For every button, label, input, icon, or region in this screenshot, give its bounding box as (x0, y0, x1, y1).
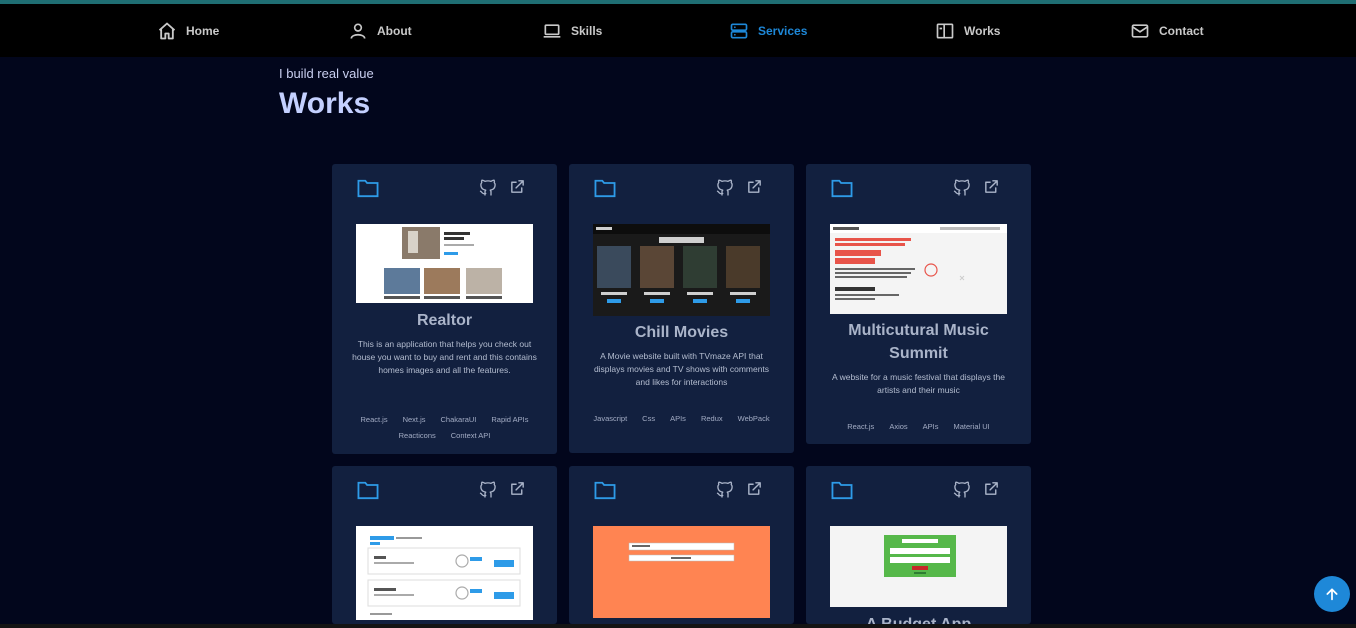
folder-icon (357, 481, 379, 500)
project-thumbnail[interactable] (356, 526, 533, 620)
nav-item-skills[interactable]: Skills (542, 4, 602, 57)
github-icon[interactable] (716, 178, 734, 197)
budget-dashboard-screenshot (356, 526, 533, 620)
nav-label-about: About (377, 23, 412, 38)
nav-label-skills: Skills (571, 23, 603, 38)
user-icon (350, 23, 366, 39)
laptop-icon (543, 23, 561, 38)
external-link-icon[interactable] (509, 178, 526, 195)
columns-icon (936, 23, 954, 38)
github-icon[interactable] (953, 178, 971, 197)
tech-tag: APIs (670, 414, 686, 423)
project-thumbnail[interactable] (593, 224, 770, 316)
tech-tag: Reacticons (398, 431, 436, 440)
external-link-icon[interactable] (983, 178, 1000, 195)
external-link-icon[interactable] (746, 480, 763, 497)
project-card-music-summit: Multicutural Music Summit A website for … (806, 164, 1031, 444)
project-card-realtor: Realtor This is an application that help… (332, 164, 557, 454)
scroll-to-top-button[interactable] (1314, 576, 1350, 612)
project-title: A Budget App (806, 613, 1031, 624)
project-description: This is an application that helps you ch… (352, 339, 537, 375)
folder-icon (357, 179, 379, 198)
project-thumbnail[interactable] (356, 224, 533, 303)
tech-tag: Next.js (402, 415, 426, 424)
project-tags: React.js Axios APIs Material UI (824, 421, 1013, 432)
github-icon[interactable] (479, 178, 497, 197)
project-thumbnail[interactable] (593, 526, 770, 618)
project-tags: Javascript Css APIs Redux WebPack (587, 413, 776, 424)
folder-icon (594, 481, 616, 500)
todo-app-screenshot (593, 526, 770, 618)
external-link-icon[interactable] (746, 178, 763, 195)
tech-tag: React.js (847, 422, 875, 431)
tech-tag: Rapid APIs (491, 415, 529, 424)
tech-tag: Css (642, 414, 656, 423)
tech-tag: Material UI (953, 422, 990, 431)
github-icon[interactable] (716, 480, 734, 499)
realtor-screenshot (356, 224, 533, 303)
tech-tag: React.js (360, 415, 388, 424)
arrow-up-icon (1326, 588, 1338, 601)
page-title: Works (279, 87, 371, 120)
tech-tag: Context API (450, 431, 491, 440)
server-icon (730, 23, 748, 38)
project-card-chill-movies: Chill Movies A Movie website built with … (569, 164, 794, 453)
nav-item-contact[interactable]: Contact (1130, 4, 1204, 57)
mail-icon (1131, 23, 1149, 38)
nav-item-works[interactable]: Works (935, 4, 1000, 57)
tech-tag: WebPack (737, 414, 770, 423)
project-title: Multicutural Music Summit (848, 322, 989, 362)
nav-item-about[interactable]: About (348, 4, 412, 57)
folder-icon (594, 179, 616, 198)
project-thumbnail[interactable] (830, 526, 1007, 607)
github-icon[interactable] (479, 480, 497, 499)
nav-item-services[interactable]: Services (729, 4, 807, 57)
tech-tag: Redux (700, 414, 723, 423)
project-thumbnail[interactable] (830, 224, 1007, 314)
nav-label-contact: Contact (1159, 23, 1204, 38)
hero-subtitle: I build real value (279, 66, 374, 81)
external-link-icon[interactable] (509, 480, 526, 497)
tech-tag: Axios (889, 422, 908, 431)
project-title: Chill Movies (634, 324, 729, 341)
project-card (569, 466, 794, 624)
project-card (332, 466, 557, 624)
external-link-icon[interactable] (983, 480, 1000, 497)
nav-label-services: Services (758, 23, 808, 38)
navbar: Home About Skills Services Works Contact (0, 4, 1356, 57)
budget-app-screenshot (830, 526, 1007, 607)
nav-item-home[interactable]: Home (157, 4, 219, 57)
tech-tag: ChakaraUI (440, 415, 477, 424)
chill-movies-screenshot (593, 224, 770, 316)
tech-tag: Javascript (593, 414, 628, 423)
tech-tag: APIs (922, 422, 939, 431)
bottom-bar (0, 624, 1356, 628)
project-description: A Movie website built with TVmaze API th… (593, 351, 770, 387)
music-summit-screenshot (830, 224, 1007, 314)
project-tags: React.js Next.js ChakaraUI Rapid APIs Re… (350, 414, 539, 441)
project-card-budget-app: A Budget App (806, 466, 1031, 624)
folder-icon (831, 179, 853, 198)
nav-label-home: Home (186, 23, 220, 38)
home-icon (158, 22, 176, 39)
folder-icon (831, 481, 853, 500)
project-title: Realtor (416, 312, 473, 329)
project-description: A website for a music festival that disp… (832, 372, 1005, 395)
nav-label-works: Works (964, 23, 1001, 38)
github-icon[interactable] (953, 480, 971, 499)
